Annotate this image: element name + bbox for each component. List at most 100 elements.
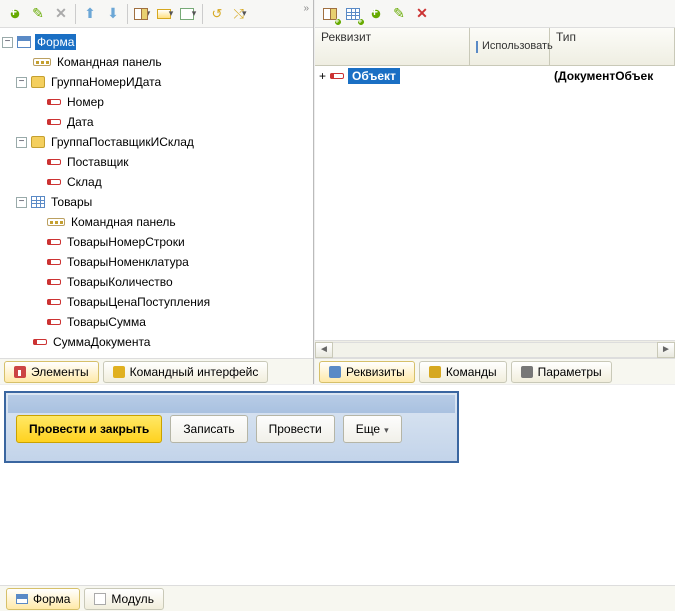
tree-root[interactable]: − Форма — [2, 32, 311, 52]
tab-label: Форма — [33, 592, 70, 606]
reorder-icon[interactable]: ⤭▾ — [229, 3, 251, 25]
collapse-icon[interactable]: − — [16, 77, 27, 88]
form-icon — [17, 36, 31, 48]
tree-item[interactable]: Дата — [2, 112, 311, 132]
attr-icon — [47, 99, 61, 105]
tree-label: Дата — [65, 114, 96, 130]
form-icon — [16, 594, 28, 604]
edit-icon[interactable]: ✎ — [27, 3, 49, 25]
bottom-tabs: Форма Модуль — [0, 585, 675, 611]
grid-row[interactable]: + Объект (ДокументОбъек — [315, 66, 675, 86]
tree-item[interactable]: Поставщик — [2, 152, 311, 172]
attrs-icon — [329, 366, 341, 378]
tree-item[interactable]: Склад — [2, 172, 311, 192]
add-icon[interactable] — [365, 3, 387, 25]
params-icon — [521, 366, 533, 378]
button-label: Записать — [183, 422, 234, 436]
col-attribute[interactable]: Реквизит — [315, 28, 470, 65]
collapse-icon[interactable]: − — [16, 197, 27, 208]
module-icon — [94, 593, 106, 605]
tab-label: Модуль — [111, 592, 154, 606]
edit-icon[interactable]: ✎ — [388, 3, 410, 25]
tab-label: Командный интерфейс — [130, 365, 259, 379]
tree-label: Номер — [65, 94, 106, 110]
attr-icon — [47, 299, 61, 305]
panel-icon[interactable]: ▾ — [154, 3, 176, 25]
scroll-track[interactable] — [333, 342, 657, 358]
form-icon — [476, 41, 478, 53]
elements-icon — [14, 366, 26, 378]
tree-item[interactable]: ТоварыНоменклатура — [2, 252, 311, 272]
button-label: Провести и закрыть — [29, 422, 149, 436]
tab-commands[interactable]: Команды — [419, 361, 507, 383]
scroll-left-icon[interactable]: ◄ — [315, 342, 333, 358]
tab-elements[interactable]: Элементы — [4, 361, 99, 383]
tree-item[interactable]: ТоварыКоличество — [2, 272, 311, 292]
attr-icon — [47, 179, 61, 185]
add-icon[interactable] — [4, 3, 26, 25]
form-tree[interactable]: − Форма Командная панель − ГруппаНомерИДа… — [0, 28, 313, 358]
tree-item[interactable]: ТоварыСумма — [2, 312, 311, 332]
button-label: Провести — [269, 422, 322, 436]
attr-icon — [33, 339, 47, 345]
group-icon[interactable]: ▾ — [177, 3, 199, 25]
preview-window: Провести и закрыть Записать Провести Еще… — [4, 391, 459, 463]
tab-label: Элементы — [31, 365, 89, 379]
add-column-icon[interactable] — [342, 3, 364, 25]
tree-item[interactable]: Номер — [2, 92, 311, 112]
delete-icon[interactable]: ✕ — [411, 3, 433, 25]
post-button[interactable]: Провести — [256, 415, 335, 443]
tree-label: ТоварыСумма — [65, 314, 148, 330]
swap-icon[interactable]: ↺ — [206, 3, 228, 25]
tab-attributes[interactable]: Реквизиты — [319, 361, 415, 383]
tree-label: ГруппаНомерИДата — [49, 74, 163, 90]
tree-label: СуммаДокумента — [51, 334, 152, 350]
tree-label: Командная панель — [55, 54, 164, 70]
tree-label: ГруппаПоставщикИСклад — [49, 134, 196, 150]
tree-label: Поставщик — [65, 154, 131, 170]
tab-parameters[interactable]: Параметры — [511, 361, 612, 383]
folder-icon — [31, 136, 45, 148]
form-preview: Провести и закрыть Записать Провести Еще… — [0, 385, 675, 585]
move-down-icon[interactable]: ⬇ — [102, 3, 124, 25]
more-toolbar-icon[interactable]: » — [303, 3, 309, 14]
move-up-icon[interactable]: ⬆ — [79, 3, 101, 25]
tree-item[interactable]: − ГруппаНомерИДата — [2, 72, 311, 92]
col-use[interactable]: Использовать — [470, 28, 550, 65]
add-attribute-icon[interactable] — [319, 3, 341, 25]
expand-icon[interactable]: + — [319, 69, 326, 83]
tab-form[interactable]: Форма — [6, 588, 80, 610]
more-button[interactable]: Еще▾ — [343, 415, 402, 443]
tree-item[interactable]: − ГруппаПоставщикИСклад — [2, 132, 311, 152]
tab-command-interface[interactable]: Командный интерфейс — [103, 361, 269, 383]
button-label: Еще — [356, 422, 380, 436]
tree-label: ТоварыНоменклатура — [65, 254, 191, 270]
collapse-icon[interactable]: − — [2, 37, 13, 48]
cmdbar-icon — [47, 218, 65, 226]
post-and-close-button[interactable]: Провести и закрыть — [16, 415, 162, 443]
tree-item[interactable]: ТоварыНомерСтроки — [2, 232, 311, 252]
tree-item[interactable]: ТоварыЦенаПоступления — [2, 292, 311, 312]
col-label: Тип — [556, 30, 576, 44]
cell-name: Объект — [348, 68, 400, 84]
tree-label: Форма — [35, 34, 76, 50]
columns-icon[interactable]: ▾ — [131, 3, 153, 25]
col-label: Реквизит — [321, 30, 371, 44]
attributes-grid[interactable]: + Объект (ДокументОбъек — [315, 66, 675, 340]
attr-icon — [330, 73, 344, 79]
tree-label: ТоварыЦенаПоступления — [65, 294, 212, 310]
tree-item[interactable]: Командная панель — [2, 212, 311, 232]
tree-item[interactable]: Командная панель — [2, 52, 311, 72]
horizontal-scrollbar[interactable]: ◄ ► — [315, 340, 675, 358]
scroll-right-icon[interactable]: ► — [657, 342, 675, 358]
tab-label: Параметры — [538, 365, 602, 379]
tree-item[interactable]: −Товары — [2, 192, 311, 212]
tree-item[interactable]: СуммаДокумента — [2, 332, 311, 352]
tab-module[interactable]: Модуль — [84, 588, 164, 610]
attr-icon — [47, 259, 61, 265]
delete-icon[interactable]: ✕ — [50, 3, 72, 25]
attr-icon — [47, 159, 61, 165]
collapse-icon[interactable]: − — [16, 137, 27, 148]
col-type[interactable]: Тип — [550, 28, 675, 65]
write-button[interactable]: Записать — [170, 415, 247, 443]
